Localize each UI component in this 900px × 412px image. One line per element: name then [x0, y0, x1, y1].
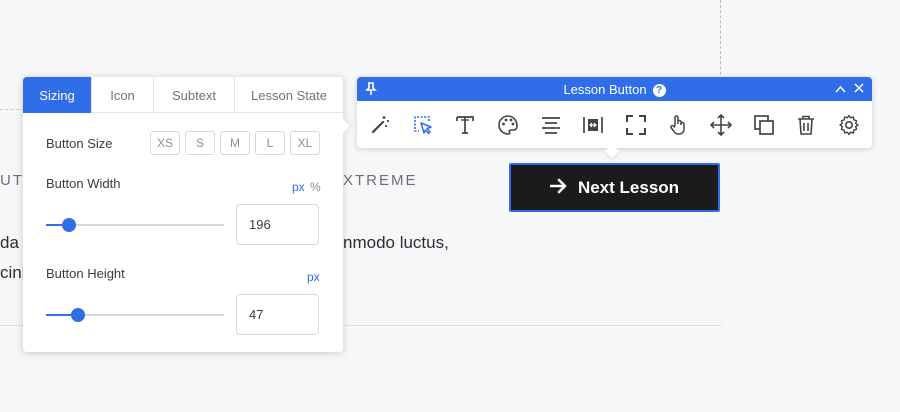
next-lesson-label: Next Lesson [577, 177, 680, 197]
text-icon[interactable] [454, 114, 476, 136]
lesson-button-toolbar: Lesson Button? [357, 77, 872, 148]
palette-icon[interactable] [497, 114, 519, 136]
size-option-xl[interactable]: XL [290, 131, 320, 155]
chevron-up-icon[interactable] [835, 80, 846, 96]
pointer-hand-icon[interactable] [667, 114, 689, 136]
close-icon[interactable] [854, 80, 864, 96]
size-option-xs[interactable]: XS [150, 131, 180, 155]
help-icon[interactable]: ? [652, 84, 666, 97]
tab-icon[interactable]: Icon [92, 77, 154, 113]
background-body-fragment-2: cini [0, 263, 26, 282]
button-size-selector: XS S M L XL [150, 131, 320, 155]
align-center-icon[interactable] [540, 114, 562, 136]
background-heading-text: XTREME [343, 172, 418, 189]
button-height-input[interactable]: 47 [236, 294, 319, 335]
fullscreen-icon[interactable] [625, 114, 647, 136]
background-heading-fragment: UT [0, 172, 24, 189]
button-size-label: Button Size [46, 136, 113, 151]
button-width-label: Button Width [46, 176, 121, 191]
spacing-icon[interactable] [582, 114, 604, 136]
width-unit-px[interactable]: px [292, 180, 305, 194]
sizing-panel: Sizing Icon Subtext Lesson State Button … [23, 77, 343, 352]
size-option-s[interactable]: S [185, 131, 215, 155]
button-width-input[interactable]: 196 [236, 204, 319, 245]
button-height-slider[interactable] [46, 308, 224, 322]
toolbar-header: Lesson Button? [357, 77, 872, 101]
trash-icon[interactable] [795, 114, 817, 136]
panel-tabs: Sizing Icon Subtext Lesson State [23, 77, 343, 113]
next-lesson-button[interactable]: Next Lesson [509, 163, 720, 212]
magic-wand-icon[interactable] [369, 114, 391, 136]
background-body-fragment: da [0, 233, 19, 252]
background-body-text: nmodo luctus, [343, 233, 449, 252]
move-icon[interactable] [710, 113, 732, 136]
width-unit-percent[interactable]: % [310, 180, 321, 194]
button-width-slider[interactable] [46, 218, 224, 232]
toolbar-title: Lesson Button? [357, 82, 872, 97]
gear-icon[interactable] [838, 114, 860, 136]
duplicate-icon[interactable] [753, 114, 775, 136]
slider-thumb[interactable] [62, 218, 77, 232]
height-unit-px[interactable]: px [307, 270, 320, 284]
cursor-select-icon[interactable] [412, 114, 434, 136]
slider-thumb[interactable] [71, 308, 86, 322]
toolbar-title-text: Lesson Button [563, 82, 647, 97]
tab-lesson-state[interactable]: Lesson State [235, 77, 343, 113]
arrow-right-icon [549, 178, 568, 198]
button-height-label: Button Height [46, 266, 125, 281]
tab-sizing[interactable]: Sizing [23, 77, 92, 113]
size-option-l[interactable]: L [255, 131, 285, 155]
tab-subtext[interactable]: Subtext [154, 77, 235, 113]
size-option-m[interactable]: M [220, 131, 250, 155]
